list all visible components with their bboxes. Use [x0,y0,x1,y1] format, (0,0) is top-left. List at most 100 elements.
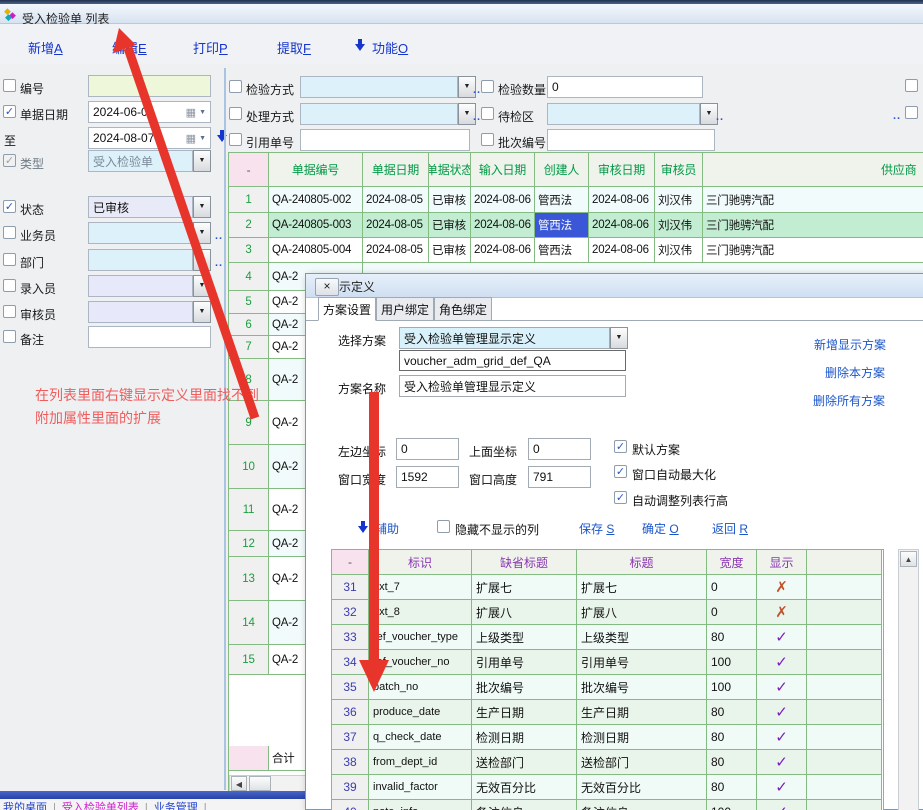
cell-title[interactable]: 送检部门 [577,750,707,774]
date-to-input[interactable]: 2024-08-07 ▦ ▼ [88,127,211,149]
cell-field-id[interactable]: batch_no [369,675,472,699]
ok-button[interactable]: 确定 O [642,520,679,537]
cell-default-title[interactable]: 检测日期 [472,725,577,749]
cell-audit-date[interactable]: 2024-08-06 [589,238,655,262]
left-coord-input[interactable]: 0 [396,438,459,460]
handle-method-checkbox[interactable] [229,107,242,120]
table-row[interactable]: 31ext_7扩展七扩展七0✗ [332,575,882,600]
cell-width[interactable]: 100 [707,650,757,674]
cell-voucher-date[interactable]: 2024-08-05 [363,187,429,212]
calendar-icon[interactable]: ▦ [186,106,196,119]
cell-supplier[interactable]: 三门驰骋汽配 [703,187,923,212]
cell-default-title[interactable]: 无效百分比 [472,775,577,799]
check-method-browse-dots[interactable]: .. [473,84,481,96]
cell-creator-selected[interactable]: 管西法 [535,213,589,237]
entry-clerk-dropdown-button[interactable]: ▼ [193,275,211,297]
vertical-scrollbar[interactable]: ▲ [898,549,919,810]
header-voucher-no[interactable]: 单据编号 [269,153,363,186]
cell-creator[interactable]: 管西法 [535,238,589,262]
date-from-input[interactable]: 2024-06-08 ▦ ▼ [88,101,211,123]
dept-dropdown[interactable] [88,249,193,271]
helper-menu-button[interactable]: 辅助 [375,520,399,537]
tab-scheme-settings[interactable]: 方案设置 [318,297,376,321]
header-index[interactable]: - [332,550,369,574]
delete-all-schemes-link[interactable]: 删除所有方案 [813,392,885,409]
cell-input-date[interactable]: 2024-08-06 [471,213,535,237]
cell-width[interactable]: 0 [707,575,757,599]
cell-field-id[interactable]: ext_7 [369,575,472,599]
cell-voucher-no[interactable]: QA-240805-002 [269,187,363,212]
dept-dropdown-button[interactable]: ▼ [193,249,211,271]
default-scheme-checkbox[interactable]: ✓ [614,440,627,453]
function-menu-button[interactable]: 功能O [372,38,408,57]
visible-flag-icon[interactable]: ✓ [757,625,807,649]
scrollbar-thumb[interactable] [249,776,271,791]
delete-scheme-link[interactable]: 删除本方案 [825,364,885,381]
cell-voucher-no[interactable]: QA-240805-003 [269,213,363,237]
scheme-name-input[interactable]: 受入检验单管理显示定义 [399,375,626,397]
header-visible[interactable]: 显示 [757,550,807,574]
visible-flag-icon[interactable]: ✓ [757,675,807,699]
entry-clerk-dropdown[interactable] [88,275,193,297]
note-checkbox[interactable] [3,330,16,343]
visible-flag-icon[interactable]: ✓ [757,650,807,674]
note-input[interactable] [88,326,211,348]
salesman-checkbox[interactable] [3,226,16,239]
calendar-icon[interactable]: ▦ [186,132,196,145]
check-qty-checkbox[interactable] [481,80,494,93]
cell-auditor[interactable]: 刘汉伟 [655,213,703,237]
cell-default-title[interactable]: 批次编号 [472,675,577,699]
wait-area-dropdown[interactable] [547,103,700,125]
salesman-dropdown[interactable] [88,222,193,244]
cell-default-title[interactable]: 送检部门 [472,750,577,774]
cell-width[interactable]: 100 [707,675,757,699]
chevron-down-icon[interactable]: ▼ [199,109,206,116]
check-method-checkbox[interactable] [229,80,242,93]
cell-creator[interactable]: 管西法 [535,187,589,212]
save-button[interactable]: 保存 S [579,520,614,537]
cell-default-title[interactable]: 扩展七 [472,575,577,599]
cell-width[interactable]: 80 [707,775,757,799]
panel-splitter[interactable] [224,68,226,790]
auditor-checkbox[interactable] [3,305,16,318]
header-auditor[interactable]: 审核员 [655,153,703,186]
bottom-tab[interactable]: 业务管理 [154,802,198,810]
dept-checkbox[interactable] [3,253,16,266]
status-checkbox[interactable]: ✓ [3,200,16,213]
cell-default-title[interactable]: 扩展八 [472,600,577,624]
select-scheme-dropdown-button[interactable]: ▼ [610,327,628,349]
handle-method-browse-dots[interactable]: .. [473,111,481,123]
wait-area-browse-dots[interactable]: .. [716,111,724,123]
entry-clerk-checkbox[interactable] [3,279,16,292]
table-row[interactable]: 38from_dept_id送检部门送检部门80✓ [332,750,882,775]
new-button[interactable]: 新增A [28,38,63,57]
cell-default-title[interactable]: 上级类型 [472,625,577,649]
cell-title[interactable]: 引用单号 [577,650,707,674]
header-audit-date[interactable]: 审核日期 [589,153,655,186]
cell-auditor[interactable]: 刘汉伟 [655,238,703,262]
no-filter-checkbox[interactable] [3,79,16,92]
cell-width[interactable]: 80 [707,625,757,649]
check-method-dropdown[interactable] [300,76,458,98]
edge-filter-checkbox[interactable] [905,106,918,119]
scroll-up-button[interactable]: ▲ [900,551,917,567]
header-input-date[interactable]: 输入日期 [471,153,535,186]
close-icon[interactable]: × [315,278,339,296]
date-from-checkbox[interactable]: ✓ [3,105,16,118]
auditor-dropdown-button[interactable]: ▼ [193,301,211,323]
table-row[interactable]: 39invalid_factor无效百分比无效百分比80✓ [332,775,882,800]
cell-default-title[interactable]: 备注信息 [472,800,577,810]
window-height-input[interactable]: 791 [528,466,591,488]
cell-field-id[interactable]: invalid_factor [369,775,472,799]
status-dropdown-button[interactable]: ▼ [193,196,211,218]
cell-title[interactable]: 检测日期 [577,725,707,749]
table-row[interactable]: 33ref_voucher_type上级类型上级类型80✓ [332,625,882,650]
handle-method-dropdown[interactable] [300,103,458,125]
cell-width[interactable]: 80 [707,750,757,774]
cell-title[interactable]: 生产日期 [577,700,707,724]
cell-title[interactable]: 批次编号 [577,675,707,699]
header-width[interactable]: 宽度 [707,550,757,574]
top-coord-input[interactable]: 0 [528,438,591,460]
cell-audit-date[interactable]: 2024-08-06 [589,187,655,212]
table-row[interactable]: 40note_info备注信息备注信息100✓ [332,800,882,810]
